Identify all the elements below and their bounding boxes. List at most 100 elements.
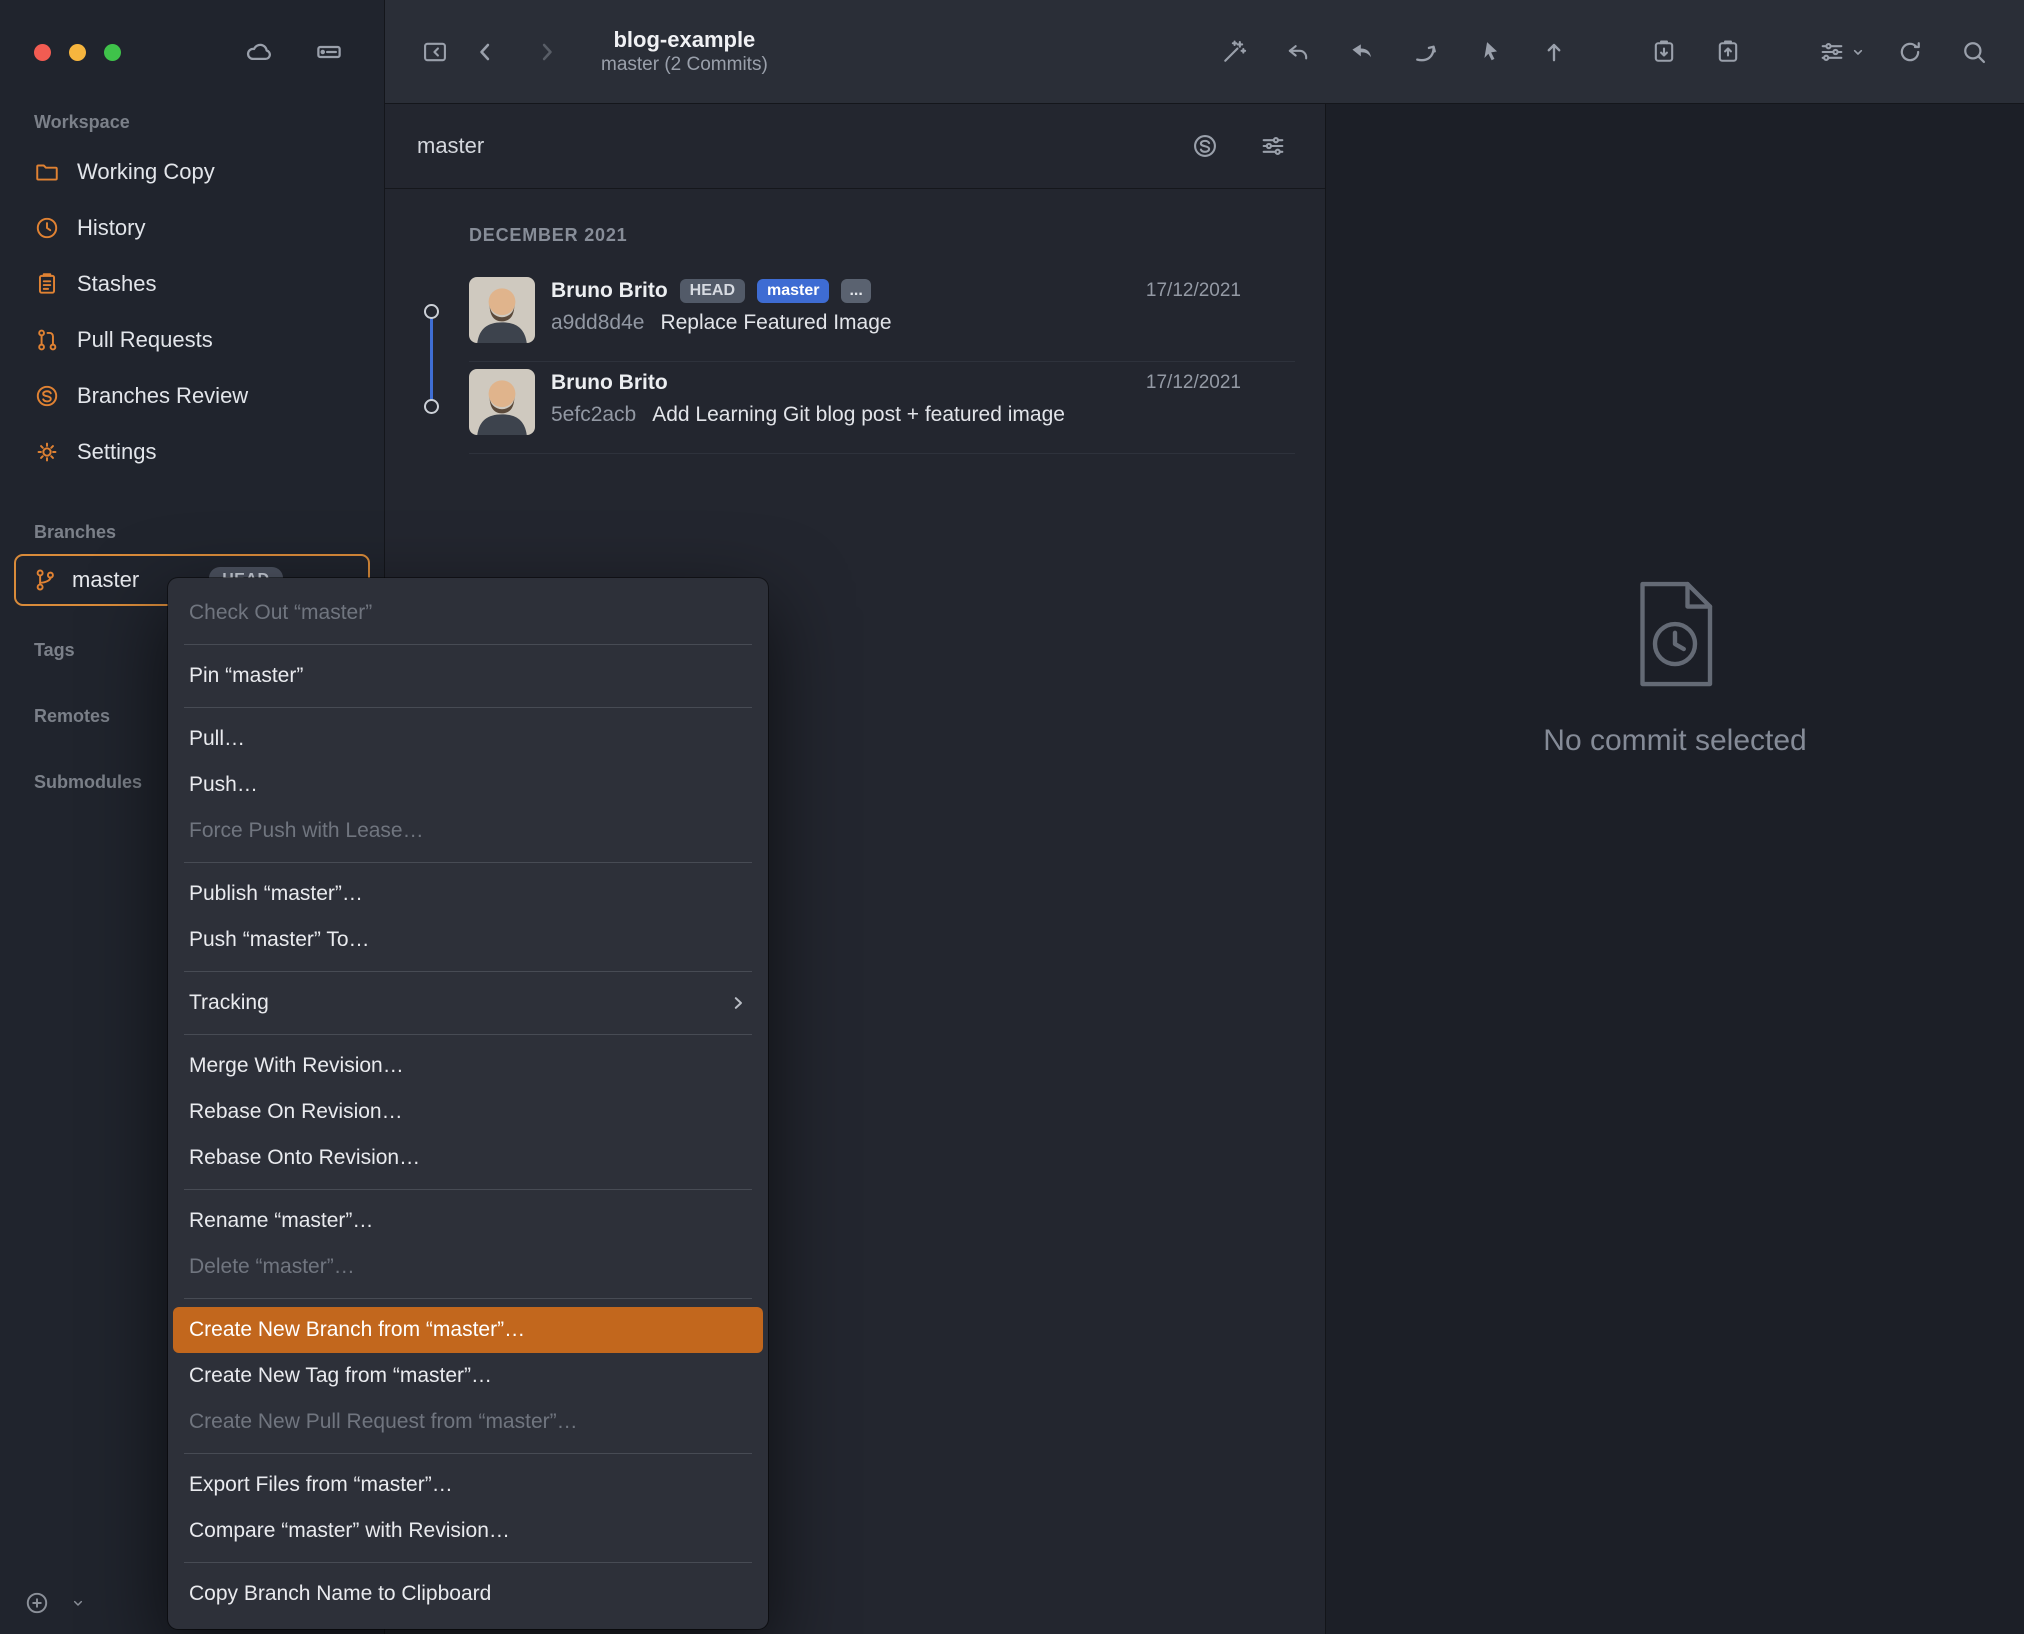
workspace-section-label: Workspace	[34, 112, 130, 132]
menu-separator	[184, 644, 752, 645]
panel-collapse-icon	[424, 42, 446, 61]
menu-item-create-new-tag[interactable]: Create New Tag from “master”…	[168, 1353, 768, 1399]
sidebar-item-working-copy[interactable]: Working Copy	[0, 144, 384, 200]
clock-icon	[36, 217, 58, 239]
revert-button[interactable]	[1342, 32, 1382, 72]
merge-button[interactable]	[1406, 32, 1446, 72]
back-button[interactable]	[465, 32, 505, 72]
head-badge: HEAD	[679, 279, 745, 303]
commit-separator	[469, 453, 1295, 454]
commit-author: Bruno Brito	[551, 371, 668, 394]
gear-icon	[37, 442, 57, 462]
window-title-block: blog-example master (2 Commits)	[601, 26, 768, 77]
menu-item-tracking[interactable]: Tracking	[168, 980, 768, 1026]
plus-circle-icon	[26, 1592, 48, 1614]
quick-actions-button[interactable]	[1214, 32, 1254, 72]
branch-filter-label[interactable]: master	[417, 133, 484, 159]
toolbar: blog-example master (2 Commits)	[385, 0, 2024, 104]
commit-detail-panel: No commit selected	[1326, 104, 2024, 1634]
sidebar-item-history[interactable]: History	[0, 200, 384, 256]
menu-item-create-new-pull-request: Create New Pull Request from “master”…	[189, 1410, 578, 1433]
empty-state-message: No commit selected	[1543, 724, 1807, 757]
sidebar-item-pull-requests[interactable]: Pull Requests	[0, 312, 384, 368]
refresh-button[interactable]	[1890, 32, 1930, 72]
menu-item-push-to[interactable]: Push “master” To…	[168, 917, 768, 963]
menu-separator	[184, 1298, 752, 1299]
sliders-icon	[1821, 42, 1843, 61]
menu-separator	[184, 971, 752, 972]
compare-icon	[1194, 135, 1216, 157]
menu-separator	[184, 1189, 752, 1190]
toggle-sidebar-button[interactable]	[415, 32, 455, 72]
checkout-button[interactable]	[1470, 32, 1510, 72]
minimize-window-button[interactable]	[69, 43, 86, 61]
chevron-right-icon	[542, 43, 552, 60]
menu-item-compare-with-revision[interactable]: Compare “master” with Revision…	[168, 1508, 768, 1554]
chevron-down-icon	[1853, 49, 1863, 55]
commit-button[interactable]	[1534, 32, 1574, 72]
sidebar-item-label: History	[77, 215, 146, 240]
undo-arrow-icon	[1288, 44, 1308, 59]
submenu-chevron-icon	[734, 997, 742, 1009]
cursor-arrow-icon	[1484, 41, 1497, 60]
menu-item-pull[interactable]: Pull…	[168, 716, 768, 762]
menu-separator	[184, 862, 752, 863]
history-filter-bar: master	[385, 104, 1325, 189]
commit-graph-line	[430, 312, 433, 407]
commit-row[interactable]: Bruno Brito 17/12/2021 5efc2acb Add Lear…	[469, 369, 1299, 455]
menu-item-copy-branch-name[interactable]: Copy Branch Name to Clipboard	[168, 1571, 768, 1617]
forward-button[interactable]	[527, 32, 567, 72]
search-icon	[1964, 41, 1986, 63]
tower-app-window: Workspace Working Copy History Stashes P…	[0, 0, 2024, 1634]
clipboard-up-icon	[1718, 39, 1738, 62]
reply-arrow-icon	[1352, 43, 1371, 57]
menu-item-rebase-on-revision[interactable]: Rebase On Revision…	[168, 1089, 768, 1135]
magic-wand-icon	[1224, 39, 1247, 62]
menu-item-publish[interactable]: Publish “master”…	[168, 871, 768, 917]
avatar	[469, 277, 535, 343]
menu-item-pin[interactable]: Pin “master”	[168, 653, 768, 699]
avatar	[469, 369, 535, 435]
branch-context-menu: Check Out “master” Pin “master” Pull… Pu…	[168, 578, 768, 1629]
close-window-button[interactable]	[34, 43, 51, 61]
menu-item-force-push-with-lease: Force Push with Lease…	[189, 819, 424, 842]
menu-item-rename[interactable]: Rename “master”…	[168, 1198, 768, 1244]
sidebar-titlebar	[0, 0, 384, 104]
commit-graph-node	[424, 399, 439, 414]
menu-separator	[184, 1562, 752, 1563]
more-refs-badge[interactable]: ...	[841, 279, 871, 303]
merge-arrow-icon	[1416, 45, 1436, 61]
window-controls	[34, 43, 121, 61]
menu-item-export-files[interactable]: Export Files from “master”…	[168, 1462, 768, 1508]
menu-item-merge-with-revision[interactable]: Merge With Revision…	[168, 1043, 768, 1089]
sidebar-item-stashes[interactable]: Stashes	[0, 256, 384, 312]
menu-separator	[184, 1034, 752, 1035]
add-repository-button[interactable]	[18, 1584, 56, 1622]
commit-date: 17/12/2021	[1145, 372, 1241, 393]
compare-branch-button[interactable]	[1185, 126, 1225, 166]
zoom-window-button[interactable]	[104, 43, 121, 61]
clipboard-down-icon	[1654, 39, 1674, 62]
commit-separator	[469, 361, 1295, 362]
commit-row[interactable]: Bruno Brito HEAD master ... 17/12/2021 a…	[469, 277, 1299, 363]
repo-subtitle: master (2 Commits)	[601, 54, 768, 76]
cloud-services-icon[interactable]	[238, 31, 280, 73]
menu-item-create-new-branch[interactable]: Create New Branch from “master”…	[173, 1307, 763, 1353]
menu-item-rebase-onto-revision[interactable]: Rebase Onto Revision…	[168, 1135, 768, 1181]
stash-apply-button[interactable]	[1708, 32, 1748, 72]
menu-item-push[interactable]: Push…	[168, 762, 768, 808]
search-button[interactable]	[1954, 32, 1994, 72]
sidebar-item-settings[interactable]: Settings	[0, 424, 384, 480]
branch-badge[interactable]: master	[757, 279, 830, 303]
workflow-dropdown[interactable]	[1818, 38, 1866, 66]
undo-button[interactable]	[1278, 32, 1318, 72]
stash-save-button[interactable]	[1644, 32, 1684, 72]
history-filter-options-button[interactable]	[1253, 126, 1293, 166]
sidebar-options-button[interactable]	[64, 1589, 92, 1617]
chevron-left-icon	[480, 43, 490, 60]
sidebar-item-branches-review[interactable]: Branches Review	[0, 368, 384, 424]
filter-sliders-icon	[1262, 137, 1284, 155]
local-repositories-icon[interactable]	[308, 31, 350, 73]
commit-author: Bruno Brito	[551, 279, 668, 302]
commit-hash: a9dd8d4e	[551, 311, 645, 334]
